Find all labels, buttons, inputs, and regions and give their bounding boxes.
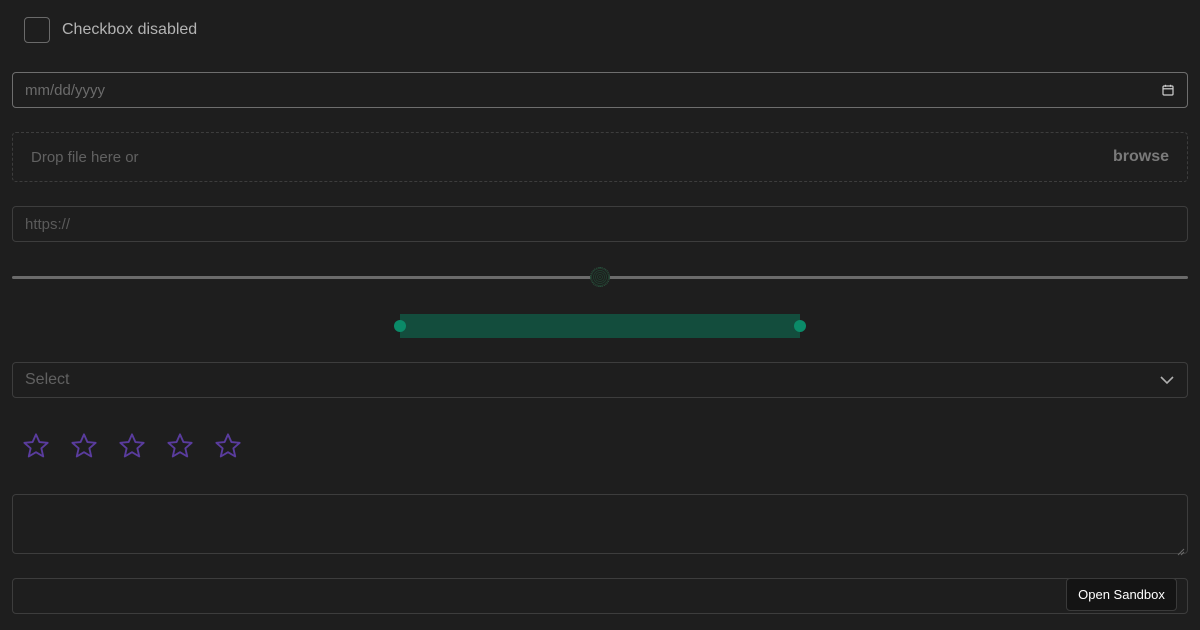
url-placeholder: https://	[25, 215, 71, 233]
star-icon[interactable]	[166, 432, 194, 460]
range-slider-start-handle[interactable]	[394, 320, 407, 332]
star-rating	[22, 432, 262, 460]
checkbox-label: Checkbox disabled	[62, 21, 198, 38]
chevron-down-icon	[1159, 372, 1175, 388]
url-input[interactable]: https://	[12, 206, 1188, 242]
slider-thumb[interactable]	[590, 267, 610, 287]
range-slider-fill[interactable]	[400, 314, 800, 338]
date-input[interactable]: mm/dd/yyyy	[12, 72, 1188, 108]
star-icon[interactable]	[214, 432, 242, 460]
range-slider-end-handle[interactable]	[793, 320, 806, 332]
calendar-icon[interactable]	[1161, 83, 1175, 97]
checkbox-disabled[interactable]	[24, 17, 50, 43]
text-input[interactable]	[12, 578, 1188, 614]
star-icon[interactable]	[70, 432, 98, 460]
textarea[interactable]	[12, 494, 1188, 556]
file-drop-text: Drop file here or	[31, 148, 139, 166]
select-dropdown[interactable]: Select	[12, 362, 1188, 398]
checkbox-row: Checkbox disabled	[24, 17, 198, 43]
date-placeholder: mm/dd/yyyy	[25, 81, 106, 99]
file-drop-zone[interactable]: Drop file here or browse	[12, 132, 1188, 182]
star-icon[interactable]	[22, 432, 50, 460]
select-placeholder: Select	[25, 371, 70, 388]
star-icon[interactable]	[118, 432, 146, 460]
open-sandbox-button[interactable]: Open Sandbox	[1066, 578, 1177, 611]
resize-handle-icon[interactable]	[1177, 543, 1185, 556]
browse-button[interactable]: browse	[1113, 148, 1169, 166]
